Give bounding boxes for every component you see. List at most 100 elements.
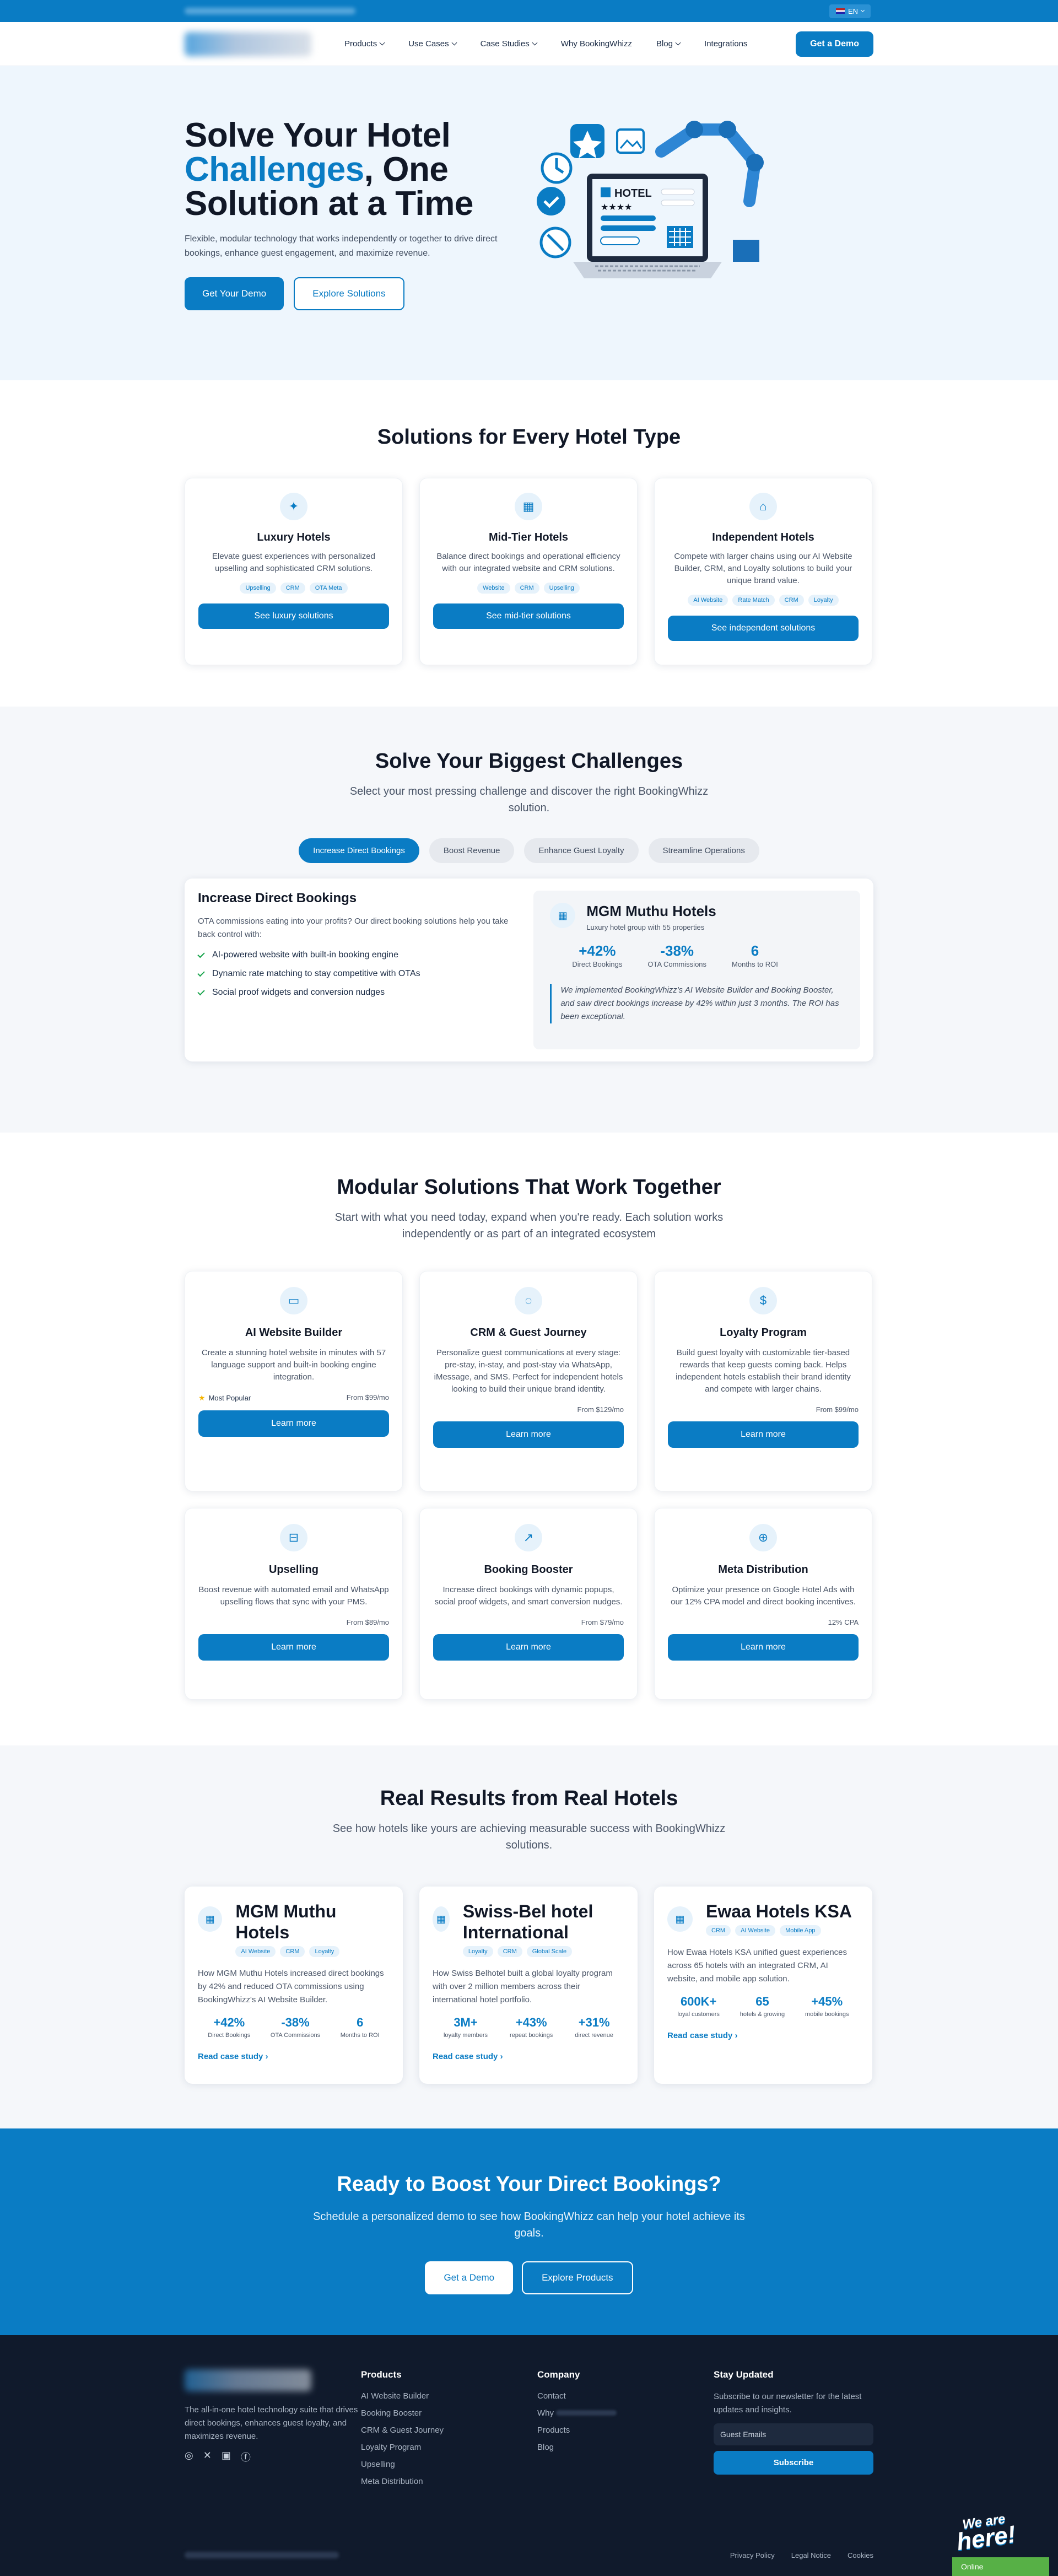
tag: Upselling [240,583,276,594]
building-icon: ▦ [667,1906,693,1932]
card-title: CRM & Guest Journey [470,1327,587,1339]
svg-text:★★★★: ★★★★ [601,203,632,212]
footer-link[interactable]: CRM & Guest Journey [361,2426,537,2435]
price: From $129/mo [577,1405,624,1414]
footer-link[interactable]: Why [537,2408,714,2418]
solution-card-ai-website: ▭ AI Website Builder Create a stunning h… [185,1271,403,1491]
tag: CRM [514,583,539,594]
nav-integrations[interactable]: Integrations [704,39,747,48]
tab-streamline-operations[interactable]: Streamline Operations [648,838,759,863]
luxury-hotels-card: ✦ Luxury Hotels Elevate guest experience… [185,478,403,665]
section-title: Solutions for Every Hotel Type [377,425,681,449]
section-subtitle: Select your most pressing challenge and … [349,785,709,814]
challenge-panel: Increase Direct Bookings OTA commissions… [185,879,873,1061]
card-description: Balance direct bookings and operational … [436,552,620,573]
learn-more-button[interactable]: Learn more [433,1421,624,1448]
monitor-icon: ▭ [280,1287,307,1314]
footer-link[interactable]: Products [537,2426,714,2435]
online-chat-status[interactable]: Online [952,2557,1049,2576]
check-icon [197,988,205,995]
results-section: Real Results from Real Hotels See how ho… [0,1745,1058,2128]
building-icon: ▦ [550,903,576,928]
card-description: Personalize guest communications at ever… [434,1348,623,1394]
tag: Upselling [543,583,580,594]
see-independent-solutions-button[interactable]: See independent solutions [668,616,859,641]
nav-products[interactable]: Products [344,39,385,48]
cookies-link[interactable]: Cookies [848,2551,873,2559]
nav-use-cases[interactable]: Use Cases [408,39,457,48]
price: From $99/mo [346,1393,389,1402]
nav-blog[interactable]: Blog [656,39,681,48]
learn-more-button[interactable]: Learn more [668,1421,859,1448]
hotel-types-section: Solutions for Every Hotel Type ✦ Luxury … [0,380,1058,707]
section-title: Real Results from Real Hotels [380,1787,678,1810]
read-case-study-link[interactable]: Read case study › [198,2052,390,2061]
tab-enhance-guest-loyalty[interactable]: Enhance Guest Loyalty [524,838,639,863]
tab-increase-direct-bookings[interactable]: Increase Direct Bookings [299,838,419,863]
tag: Rate Match [732,595,775,606]
language-switcher[interactable]: EN [829,4,871,18]
explore-solutions-button[interactable]: Explore Solutions [294,277,404,310]
tag: CRM [280,1946,305,1957]
get-a-demo-button[interactable]: Get a Demo [425,2261,514,2294]
stat: +43% repeat bookings [510,2015,553,2039]
see-mid-tier-solutions-button[interactable]: See mid-tier solutions [433,603,624,629]
dollar-icon: $ [749,1287,777,1314]
privacy-policy-link[interactable]: Privacy Policy [730,2551,775,2559]
solution-card-booking-booster: ↗ Booking Booster Increase direct bookin… [419,1508,638,1700]
footer-link[interactable]: AI Website Builder [361,2391,537,2401]
stat: 6 Months to ROI [340,2015,380,2039]
nav-case-studies[interactable]: Case Studies [481,39,538,48]
learn-more-button[interactable]: Learn more [198,1634,389,1661]
cta-section: Ready to Boost Your Direct Bookings? Sch… [0,2128,1058,2335]
stat: +42% Direct Bookings [208,2015,251,2039]
chevron-down-icon [675,40,681,46]
learn-more-button[interactable]: Learn more [668,1634,859,1661]
linkedin-icon[interactable]: ▣ [222,2450,231,2464]
nav-why[interactable]: Why BookingWhizz [561,39,632,48]
legal-notice-link[interactable]: Legal Notice [791,2551,831,2559]
footer-link[interactable]: Upselling [361,2460,537,2469]
stat: +31% direct revenue [575,2015,613,2039]
footer-link[interactable]: Booking Booster [361,2408,537,2418]
read-case-study-link[interactable]: Read case study › [667,2031,859,2040]
list-item: Dynamic rate matching to stay competitiv… [197,969,510,979]
footer-link[interactable]: Meta Distribution [361,2477,537,2486]
hotel-sign: HOTEL [614,187,652,200]
footer-link[interactable]: Blog [537,2443,714,2452]
get-demo-button[interactable]: Get a Demo [796,31,873,57]
logo[interactable] [185,31,311,56]
modular-solutions-section: Modular Solutions That Work Together Sta… [0,1133,1058,1745]
footer-heading: Stay Updated [714,2369,774,2380]
chat-icon: ◌ [515,1287,542,1314]
footer-link[interactable]: Contact [537,2391,714,2401]
facebook-icon[interactable]: ⓕ [241,2450,251,2464]
read-case-study-link[interactable]: Read case study › [433,2052,624,2061]
email-input[interactable]: Guest Emails [714,2423,873,2445]
tag: Loyalty [808,595,839,606]
bag-icon: ⊟ [280,1524,307,1551]
case-meta: Luxury hotel group with 55 properties [586,923,705,931]
price: From $89/mo [346,1618,389,1626]
chevron-down-icon [860,8,865,12]
explore-products-button[interactable]: Explore Products [522,2261,633,2294]
tag: Global Scale [526,1946,573,1957]
footer-logo[interactable] [185,2369,311,2391]
home-icon: ⌂ [749,493,777,520]
tag: Loyalty [462,1946,493,1957]
instagram-icon[interactable]: ◎ [185,2450,193,2464]
see-luxury-solutions-button[interactable]: See luxury solutions [198,603,389,629]
twitter-icon[interactable]: ✕ [203,2450,212,2464]
get-your-demo-button[interactable]: Get Your Demo [185,277,284,310]
learn-more-button[interactable]: Learn more [198,1410,389,1437]
learn-more-button[interactable]: Learn more [433,1634,624,1661]
footer-link[interactable]: Loyalty Program [361,2443,537,2452]
stat: 600K+ loyal customers [677,1995,720,2018]
solution-card-crm: ◌ CRM & Guest Journey Personalize guest … [419,1271,638,1491]
card-description: Boost revenue with automated email and W… [198,1585,389,1607]
chat-badge[interactable]: We are here! [953,2509,1017,2556]
stat: 65 hotels & growing [739,1995,785,2018]
subscribe-button[interactable]: Subscribe [714,2451,873,2475]
tag: Mobile App [780,1925,821,1936]
tab-boost-revenue[interactable]: Boost Revenue [429,838,515,863]
